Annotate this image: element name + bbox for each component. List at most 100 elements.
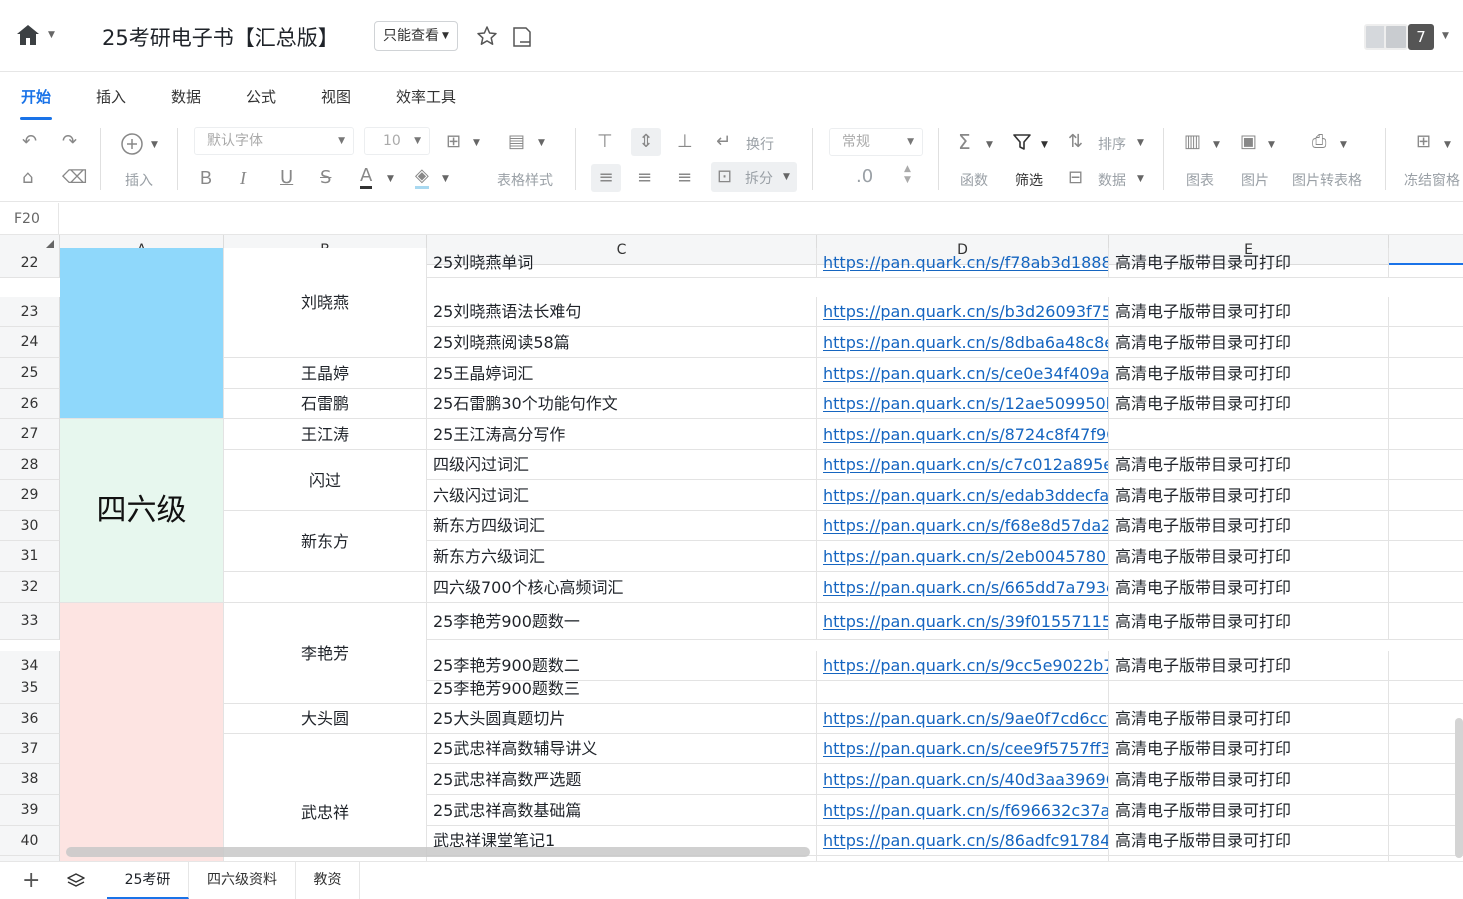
cell-reference[interactable]: F20 [14,211,40,227]
cell-link[interactable]: https://pan.quark.cn/s/c7c012a895e4 [817,450,1109,480]
table-style-icon[interactable]: ▤ [508,132,525,152]
horizontal-scrollbar[interactable] [66,847,810,857]
formula-input[interactable] [60,203,1460,234]
cell-note[interactable]: 高清电子版带目录可打印 [1109,603,1389,640]
cell-title[interactable]: 25王江涛高分写作 [427,419,817,450]
cell-title[interactable]: 新东方四级词汇 [427,511,817,541]
table-style-chevron-down-icon[interactable]: ▼ [538,138,545,148]
sheet-list-layers-icon[interactable] [66,872,86,894]
italic-icon[interactable]: I [240,168,246,188]
cell-empty[interactable] [1389,450,1463,480]
tab-efficiency-tools[interactable]: 效率工具 [396,86,456,107]
author-shi-leipeng[interactable]: 石雷鹏 [224,389,427,419]
cell-note[interactable]: 高清电子版带目录可打印 [1109,704,1389,734]
merged-cell-cet[interactable]: 四六级 [60,419,224,603]
underline-icon[interactable]: U [280,168,293,188]
cell-link[interactable]: https://pan.quark.cn/s/edab3ddecfa0 [817,480,1109,511]
cell-title[interactable]: 25武忠祥高数严选题 [427,764,817,795]
row-header[interactable]: 38 [0,764,60,795]
align-center-icon[interactable]: ≡ [637,168,652,188]
image-label[interactable]: 图片 [1241,170,1269,190]
collaborators-chevron-down-icon[interactable]: ▼ [1442,31,1449,41]
border-grid-icon[interactable]: ⊞ [446,132,461,152]
cell-empty[interactable] [1389,297,1463,327]
star-icon[interactable] [476,25,498,51]
sum-icon[interactable]: Σ [958,132,971,152]
image-chevron-down-icon[interactable]: ▼ [1268,140,1275,150]
chart-icon[interactable]: ▥ [1184,132,1201,152]
cell-link[interactable]: https://pan.quark.cn/s/2eb00457801f [817,541,1109,572]
undo-icon[interactable]: ↶ [22,132,37,152]
cell-note[interactable]: 高清电子版带目录可打印 [1109,480,1389,511]
align-right-icon[interactable]: ≡ [677,168,692,188]
image-icon[interactable]: ▣ [1240,132,1257,152]
cell-link[interactable]: https://pan.quark.cn/s/cee9f5757ff3 [817,734,1109,764]
function-label[interactable]: 函数 [960,170,988,190]
row-header[interactable]: 22 [0,248,60,278]
cell-empty[interactable] [224,572,427,603]
row-header[interactable]: 37 [0,734,60,764]
sort-chevron-down-icon[interactable]: ▼ [1137,138,1144,148]
strikethrough-icon[interactable]: S [320,168,331,188]
row-header[interactable]: 31 [0,541,60,572]
filter-icon[interactable] [1012,132,1032,157]
wrap-text-label[interactable]: 换行 [746,134,774,154]
align-top-icon[interactable]: ⊤ [597,132,613,152]
filter-label[interactable]: 筛选 [1015,170,1043,190]
align-left-icon[interactable]: ≡ [591,164,621,192]
sum-chevron-down-icon[interactable]: ▼ [986,140,993,150]
sheet-tab-jiaozi[interactable]: 教资 [296,862,360,899]
redo-icon[interactable]: ↷ [62,132,77,152]
author-datouyuan[interactable]: 大头圆 [224,704,427,734]
cell-empty[interactable] [1389,419,1463,450]
cell-empty[interactable] [1389,734,1463,764]
cell-empty[interactable] [1389,389,1463,419]
image-to-table-label[interactable]: 图片转表格 [1292,170,1362,190]
row-header[interactable]: 25 [0,358,60,389]
add-sheet-icon[interactable]: + [22,870,40,892]
cell-link[interactable]: https://pan.quark.cn/s/12ae509950b8 [817,389,1109,419]
row-header[interactable]: 26 [0,389,60,419]
cell-note[interactable]: 高清电子版带目录可打印 [1109,572,1389,603]
cell-empty[interactable] [1389,572,1463,603]
cell-note[interactable]: 高清电子版带目录可打印 [1109,764,1389,795]
home-icon[interactable] [16,24,40,50]
spreadsheet-grid[interactable]: A B C D E 2225刘晓燕单词https://pan.quark.cn/… [0,235,1463,861]
cell-link[interactable]: https://pan.quark.cn/s/665dd7a793e5 [817,572,1109,603]
document-title[interactable]: 25考研电子书【汇总版】 [102,22,339,52]
cell-note[interactable]: 高清电子版带目录可打印 [1109,734,1389,764]
cell-title[interactable]: 25石雷鹏30个功能句作文 [427,389,817,419]
cell-note[interactable] [1109,419,1389,450]
tab-formula[interactable]: 公式 [246,86,276,107]
cell-empty[interactable] [1389,511,1463,541]
row-header[interactable]: 24 [0,327,60,358]
cell-title[interactable]: 25武忠祥高数基础篇 [427,795,817,826]
cell-title[interactable]: 25李艳芳900题数一 [427,603,817,640]
cell-title[interactable]: 25武忠祥高数辅导讲义 [427,734,817,764]
font-size-select[interactable]: 10 ▼ [364,127,430,155]
cell-title[interactable]: 新东方六级词汇 [427,541,817,572]
fill-color-chevron-down-icon[interactable]: ▼ [442,174,449,184]
cell-empty[interactable] [1389,327,1463,358]
tab-insert[interactable]: 插入 [96,86,126,107]
insert-chevron-down-icon[interactable]: ▼ [151,140,158,150]
cell-link[interactable]: https://pan.quark.cn/s/f68e8d57da20 [817,511,1109,541]
cell-empty[interactable] [1389,795,1463,826]
cell-empty[interactable] [1389,704,1463,734]
insert-button-label[interactable]: 插入 [125,170,153,190]
cell-empty[interactable] [1389,541,1463,572]
cell-empty[interactable] [1389,480,1463,511]
row-header[interactable]: 23 [0,297,60,327]
author-li-yanfang[interactable]: 李艳芳 [224,603,427,704]
cell-note[interactable]: 高清电子版带目录可打印 [1109,826,1389,856]
home-menu-chevron-down-icon[interactable]: ▼ [48,30,55,40]
cell-title[interactable]: 25刘晓燕单词 [427,248,817,278]
cell-note[interactable]: 高清电子版带目录可打印 [1109,795,1389,826]
number-format-select[interactable]: 常规 ▼ [829,128,923,156]
author-xdf[interactable]: 新东方 [224,511,427,572]
cell-note[interactable]: 高清电子版带目录可打印 [1109,297,1389,327]
data-tools-chevron-down-icon[interactable]: ▼ [1137,174,1144,184]
freeze-chevron-down-icon[interactable]: ▼ [1444,140,1451,150]
cell-note[interactable]: 高清电子版带目录可打印 [1109,541,1389,572]
cell-empty[interactable] [1389,358,1463,389]
